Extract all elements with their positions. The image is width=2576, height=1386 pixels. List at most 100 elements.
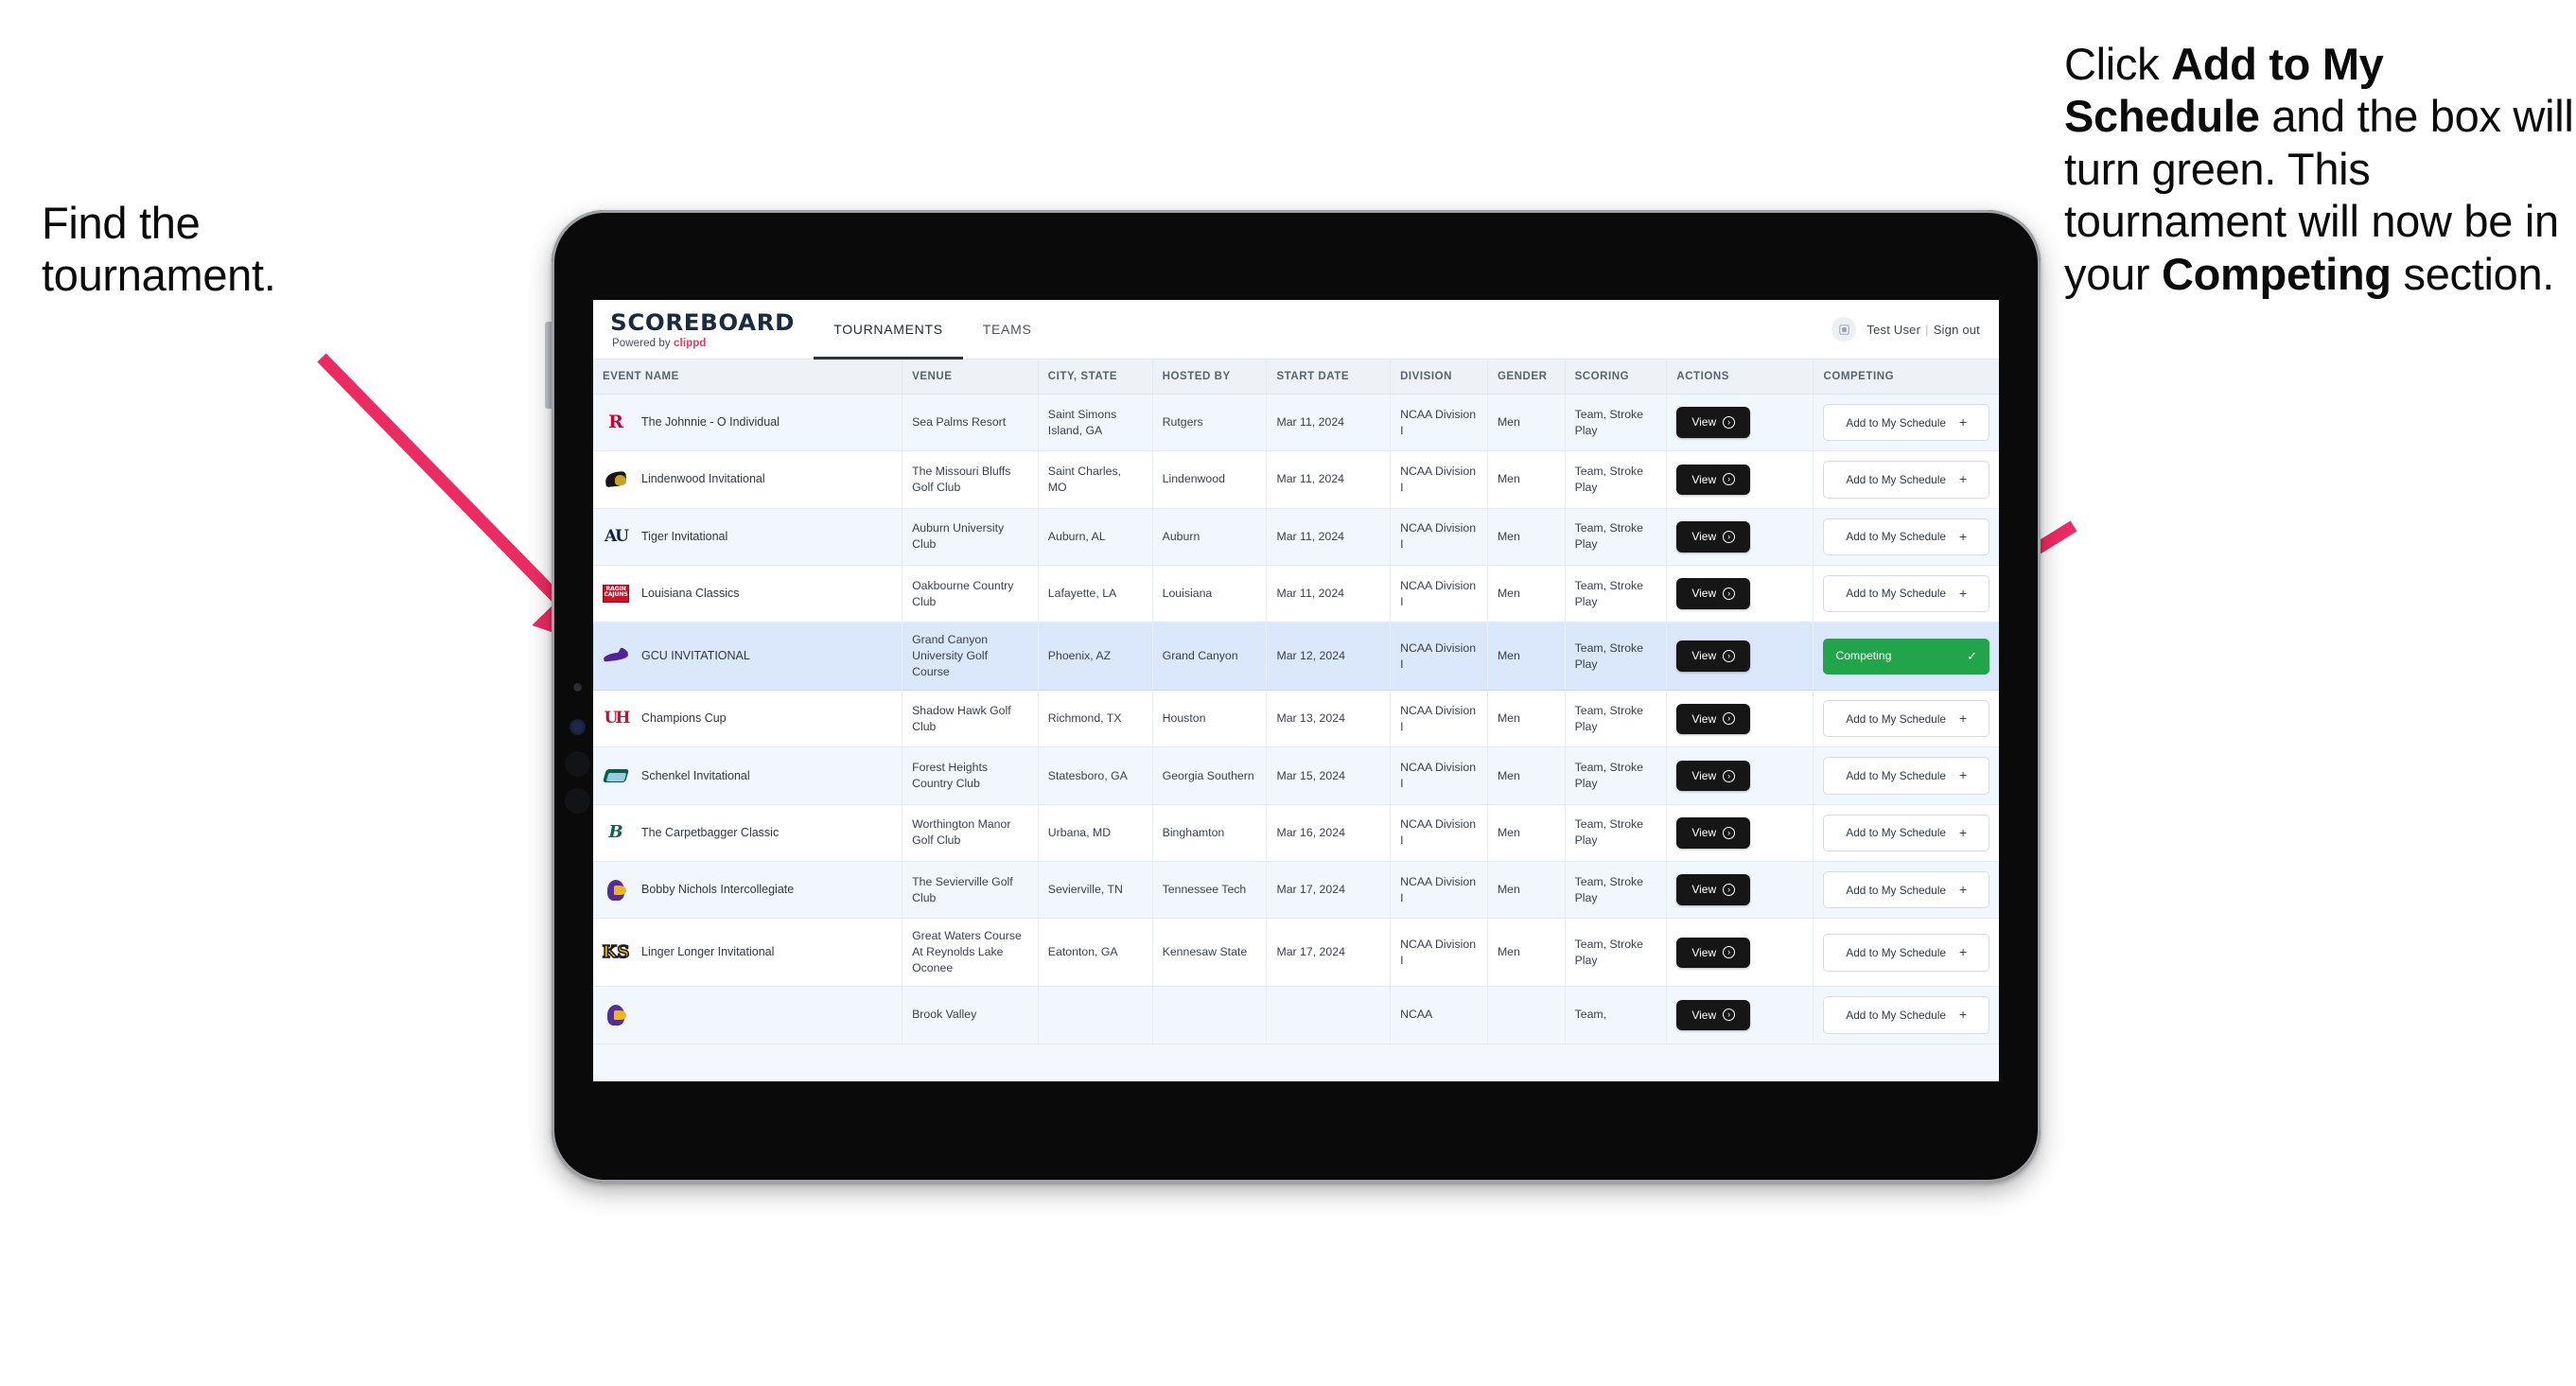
table-header: EVENT NAME VENUE CITY, STATE HOSTED BY S… (593, 360, 1999, 395)
col-competing[interactable]: COMPETING (1813, 360, 1999, 395)
user-name: Test User (1866, 322, 1921, 337)
event-name-text: The Carpetbagger Classic (641, 825, 780, 839)
cell-gender: Men (1487, 861, 1566, 920)
col-venue[interactable]: VENUE (902, 360, 1039, 395)
cell-venue: The Missouri Bluffs Golf Club (902, 450, 1039, 509)
col-scoring[interactable]: SCORING (1565, 360, 1668, 395)
cell-venue: Auburn University Club (902, 508, 1039, 566)
cell-hosted-by: Lindenwood (1152, 450, 1268, 509)
view-button[interactable]: View › (1676, 999, 1751, 1031)
cell-city-state: Richmond, TX (1038, 690, 1153, 748)
cell-scoring: Team, Stroke Play (1565, 565, 1668, 623)
cell-division: NCAA Division I (1390, 450, 1488, 509)
col-event-name[interactable]: EVENT NAME (593, 360, 903, 395)
annotation-text: Click (2064, 39, 2172, 89)
cell-city-state: Phoenix, AZ (1038, 622, 1153, 692)
col-city-state[interactable]: CITY, STATE (1038, 360, 1153, 395)
view-button[interactable]: View › (1676, 760, 1751, 792)
add-to-my-schedule-button[interactable]: Add to My Schedule + (1823, 871, 1989, 909)
view-button[interactable]: View › (1676, 578, 1751, 609)
cell-gender: Men (1487, 746, 1566, 805)
table-row[interactable]: Brook Valley NCAA Team, View › Add to My Sche… (593, 986, 1999, 1044)
cell-start-date: Mar 13, 2024 (1266, 690, 1392, 748)
add-to-my-schedule-button[interactable]: Add to My Schedule + (1823, 814, 1989, 852)
cell-event-name: KS Linger Longer Invitational (593, 918, 903, 988)
view-button[interactable]: View › (1676, 703, 1751, 735)
add-to-my-schedule-label: Add to My Schedule (1846, 883, 1946, 897)
cell-gender: Men (1487, 394, 1566, 452)
tab-tournaments[interactable]: TOURNAMENTS (814, 300, 963, 360)
competing-button[interactable]: Competing ✓ (1823, 638, 1989, 675)
sign-out-link[interactable]: Sign out (1934, 323, 1980, 337)
table-body: R The Johnnie - O Individual Sea Palms Res… (593, 394, 1999, 1044)
cell-event-name: UH Champions Cup (593, 690, 903, 748)
logo-houston-icon: UH (604, 709, 631, 728)
logo-louisiana-ragin-cajuns-icon: RAGIN CAJUNS (603, 581, 629, 607)
table-row[interactable]: Bobby Nichols Intercollegiate The Sevierv… (593, 861, 1999, 920)
add-to-my-schedule-button[interactable]: Add to My Schedule + (1823, 574, 1989, 613)
col-hosted-by[interactable]: HOSTED BY (1152, 360, 1268, 395)
view-button[interactable]: View › (1676, 817, 1751, 849)
tab-teams[interactable]: TEAMS (963, 300, 1052, 359)
view-button[interactable]: View › (1676, 464, 1751, 496)
col-gender[interactable]: GENDER (1487, 360, 1566, 395)
add-to-my-schedule-button[interactable]: Add to My Schedule + (1823, 996, 1989, 1034)
view-button[interactable]: View › (1676, 407, 1751, 438)
brand-sub-accent: clippd (674, 338, 707, 349)
add-to-my-schedule-label: Add to My Schedule (1846, 472, 1946, 486)
device-side-button[interactable] (545, 322, 552, 409)
logo-tennessee-tech-icon (603, 1002, 629, 1028)
add-to-my-schedule-button[interactable]: Add to My Schedule + (1823, 700, 1989, 738)
cell-division: NCAA Division I (1390, 690, 1488, 748)
cell-actions: View › (1666, 804, 1814, 863)
arrow-right-circle-icon: › (1723, 712, 1736, 726)
app-header: SCOREBOARD Powered by clippd TOURNAMENTS… (593, 300, 1999, 360)
view-label: View (1691, 649, 1717, 663)
table-row[interactable]: Schenkel Invitational Forest Heights Coun… (593, 746, 1999, 805)
table-row[interactable]: KS Linger Longer Invitational Great Waters… (593, 918, 1999, 988)
cell-competing: Add to My Schedule + (1813, 746, 1999, 805)
cell-scoring: Team, Stroke Play (1565, 450, 1668, 509)
view-button[interactable]: View › (1676, 640, 1751, 672)
plus-icon: + (1958, 528, 1968, 544)
add-to-my-schedule-button[interactable]: Add to My Schedule + (1823, 757, 1989, 795)
cell-scoring: Team, (1565, 986, 1668, 1044)
add-to-my-schedule-button[interactable]: Add to My Schedule + (1823, 934, 1989, 972)
add-to-my-schedule-label: Add to My Schedule (1846, 768, 1946, 782)
view-button[interactable]: View › (1676, 521, 1751, 553)
user-separator: | (1925, 322, 1929, 337)
cell-division: NCAA (1390, 986, 1488, 1044)
logo-kennesaw-state-icon: KS (602, 941, 630, 962)
user-avatar-icon[interactable] (1831, 317, 1857, 342)
cell-event-name (593, 986, 903, 1044)
add-to-my-schedule-button[interactable]: Add to My Schedule + (1823, 518, 1989, 555)
tablet-device: SCOREBOARD Powered by clippd TOURNAMENTS… (545, 210, 2041, 1183)
view-button[interactable]: View › (1676, 937, 1751, 969)
brand-logo[interactable]: SCOREBOARD Powered by clippd (593, 300, 814, 359)
view-button[interactable]: View › (1676, 874, 1751, 906)
table-row[interactable]: B The Carpetbagger Classic Worthington Man… (593, 804, 1999, 863)
col-actions[interactable]: ACTIONS (1666, 360, 1814, 395)
cell-competing: Add to My Schedule + (1813, 690, 1999, 748)
add-to-my-schedule-button[interactable]: Add to My Schedule + (1823, 404, 1989, 442)
col-division[interactable]: DIVISION (1390, 360, 1488, 395)
cell-city-state: Sevierville, TN (1038, 861, 1153, 920)
add-to-my-schedule-button[interactable]: Add to My Schedule + (1823, 461, 1989, 499)
event-name-text: Schenkel Invitational (641, 768, 750, 782)
annotation-emphasis: Competing (2162, 248, 2392, 299)
competing-label: Competing (1835, 649, 1892, 663)
logo-grand-canyon-icon (603, 643, 630, 670)
table-row[interactable]: UH Champions Cup Shadow Hawk Golf Club Rich… (593, 690, 1999, 748)
logo-rutgers-icon: R (608, 412, 623, 433)
table-row[interactable]: GCU INVITATIONAL Grand Canyon University … (593, 622, 1999, 692)
table-row[interactable]: RAGIN CAJUNS Louisiana Classics Oakbourne C… (593, 565, 1999, 623)
table-row[interactable]: R The Johnnie - O Individual Sea Palms Res… (593, 394, 1999, 452)
col-start-date[interactable]: START DATE (1266, 360, 1392, 395)
cell-hosted-by: Houston (1152, 690, 1268, 748)
table-row[interactable]: AU Tiger Invitational Auburn University Cl… (593, 508, 1999, 566)
plus-icon: + (1958, 1007, 1968, 1023)
screenshot-root: Find the tournament. Click Add to My Sch… (0, 0, 2576, 1386)
table-row[interactable]: Lindenwood Invitational The Missouri Bluf… (593, 450, 1999, 509)
cell-scoring: Team, Stroke Play (1565, 918, 1668, 988)
arrow-right-circle-icon: › (1723, 946, 1736, 959)
